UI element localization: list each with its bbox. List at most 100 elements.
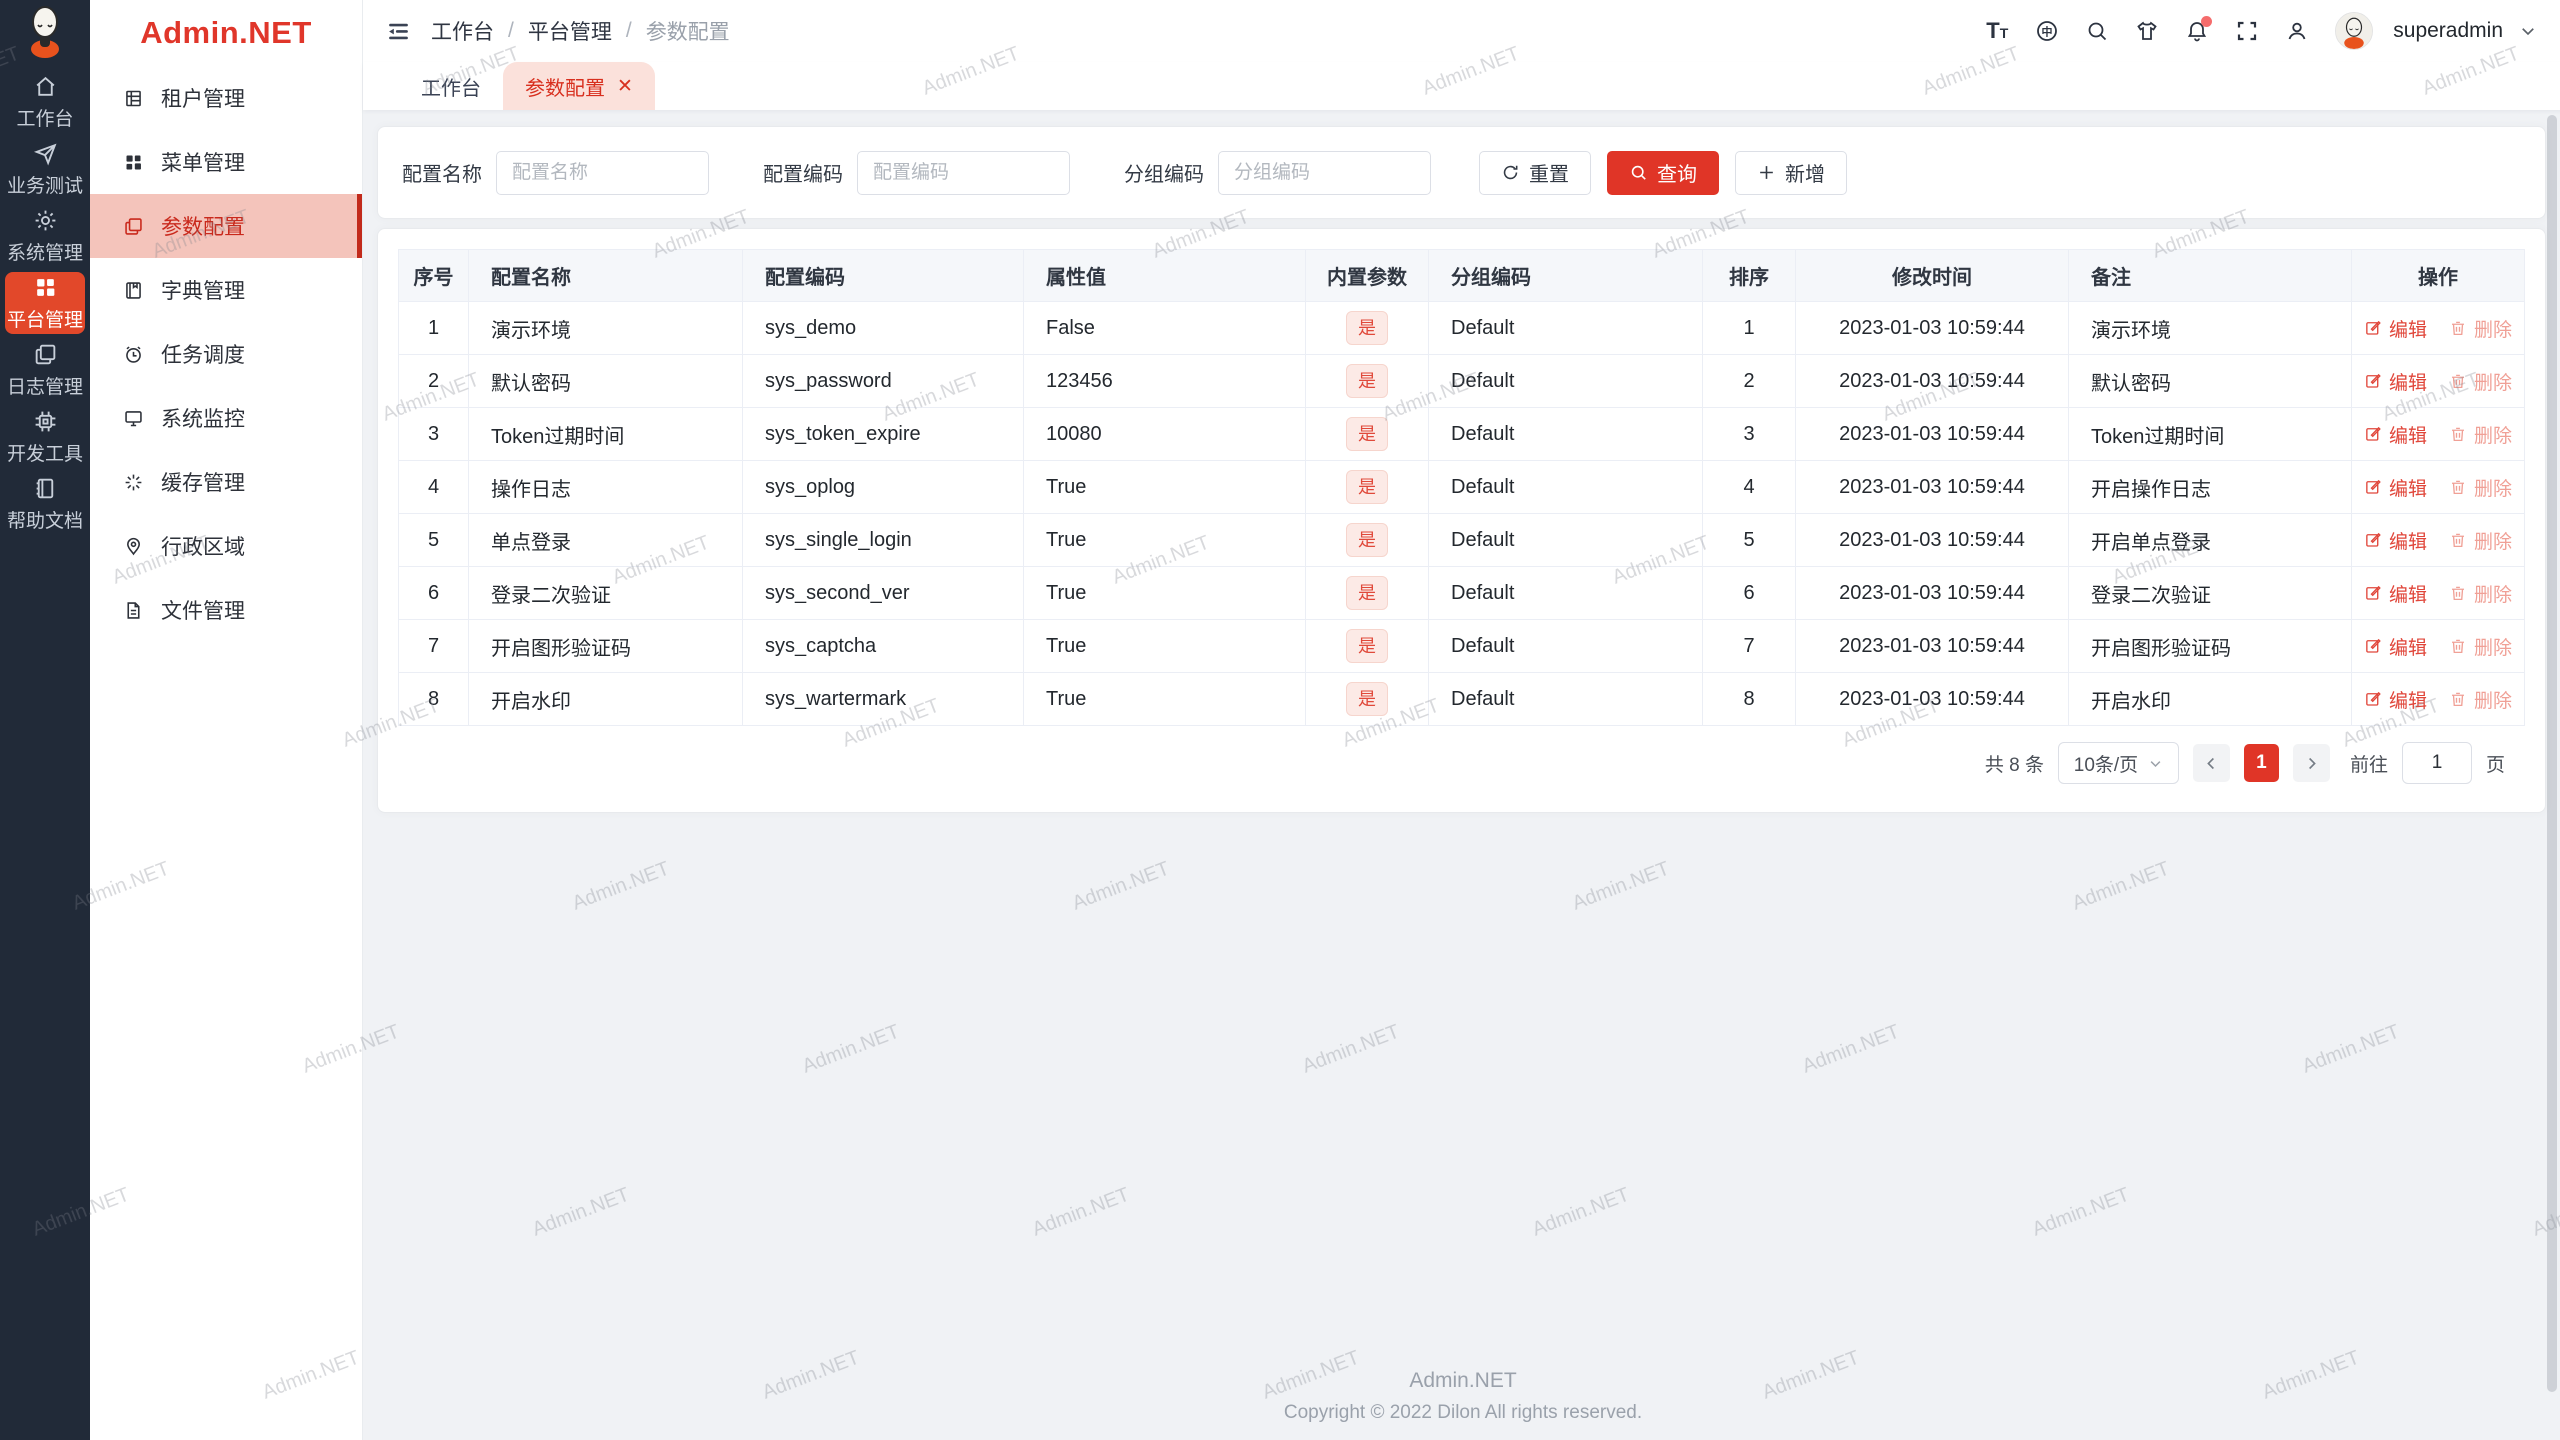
next-page-button[interactable] bbox=[2292, 744, 2330, 782]
user-avatar[interactable] bbox=[2335, 12, 2374, 50]
edit-button[interactable]: 编辑 bbox=[2364, 315, 2427, 342]
delete-label: 删除 bbox=[2474, 478, 2513, 500]
primary-nav-item-4[interactable]: 平台管理 bbox=[5, 272, 85, 334]
delete-label: 删除 bbox=[2474, 637, 2513, 659]
prev-page-button[interactable] bbox=[2192, 744, 2230, 782]
sidebar-item-9[interactable]: 文件管理 bbox=[90, 578, 362, 642]
edit-button[interactable]: 编辑 bbox=[2364, 368, 2427, 395]
delete-button[interactable]: 删除 bbox=[2449, 421, 2512, 448]
breadcrumb-item[interactable]: 工作台 bbox=[431, 16, 494, 46]
font-size-icon[interactable]: TT bbox=[1977, 11, 2017, 51]
sidebar-item-8[interactable]: 行政区域 bbox=[90, 514, 362, 578]
cell-value: True bbox=[1023, 566, 1306, 620]
primary-nav-item-1[interactable]: 工作台 bbox=[5, 71, 85, 133]
edit-label: 编辑 bbox=[2388, 531, 2427, 553]
edit-button[interactable]: 编辑 bbox=[2364, 633, 2427, 660]
query-button[interactable]: 查询 bbox=[1607, 150, 1719, 195]
sidebar-item-7[interactable]: 缓存管理 bbox=[90, 450, 362, 514]
search-icon[interactable] bbox=[2077, 11, 2117, 51]
search-field-label: 分组编码 bbox=[1124, 164, 1204, 186]
cell-remark: 开启单点登录 bbox=[2068, 513, 2352, 567]
breadcrumb-separator: / bbox=[508, 19, 514, 42]
page-size-select[interactable]: 10条/页 bbox=[2057, 742, 2179, 784]
search-field-input-3[interactable] bbox=[1218, 150, 1431, 195]
cell-group: Default bbox=[1428, 460, 1703, 514]
delete-button[interactable]: 删除 bbox=[2449, 368, 2512, 395]
scrollbar-thumb[interactable] bbox=[2547, 115, 2557, 1392]
tab-2[interactable]: 参数配置 ✕ bbox=[503, 62, 655, 110]
search-field-input-2[interactable] bbox=[857, 150, 1070, 195]
sidebar-item-2[interactable]: 菜单管理 bbox=[90, 130, 362, 194]
primary-nav-item-5[interactable]: 日志管理 bbox=[5, 339, 85, 401]
primary-nav-item-2[interactable]: 业务测试 bbox=[5, 138, 85, 200]
cell-builtin: 是 bbox=[1305, 513, 1429, 567]
primary-nav-item-7[interactable]: 帮助文档 bbox=[5, 473, 85, 535]
bell-icon[interactable] bbox=[2177, 11, 2217, 51]
sidebar-item-4[interactable]: 字典管理 bbox=[90, 258, 362, 322]
cell-seq: 7 bbox=[398, 619, 469, 673]
language-icon[interactable]: 中 bbox=[2027, 11, 2067, 51]
delete-button[interactable]: 删除 bbox=[2449, 315, 2512, 342]
fullscreen-icon[interactable] bbox=[2227, 11, 2267, 51]
top-header: 工作台 / 平台管理 / 参数配置 TT 中 superadmin bbox=[363, 0, 2560, 62]
edit-button[interactable]: 编辑 bbox=[2364, 686, 2427, 713]
theme-shirt-icon[interactable] bbox=[2127, 11, 2167, 51]
goto-page-input[interactable] bbox=[2401, 742, 2472, 784]
chevron-down-icon[interactable] bbox=[2519, 22, 2537, 40]
cell-value: True bbox=[1023, 460, 1306, 514]
cell-builtin: 是 bbox=[1305, 301, 1429, 355]
sidebar-item-label: 缓存管理 bbox=[161, 472, 245, 495]
tab-1[interactable]: 工作台 bbox=[399, 62, 503, 110]
sidebar-item-1[interactable]: 租户管理 bbox=[90, 66, 362, 130]
search-field-input-1[interactable] bbox=[496, 150, 709, 195]
pagination-total: 共 8 条 bbox=[1984, 754, 2044, 776]
primary-nav-item-3[interactable]: 系统管理 bbox=[5, 205, 85, 267]
table-row: 8 开启水印 sys_wartermark True 是 Default 8 2023-01-… bbox=[398, 672, 2525, 726]
cell-group: Default bbox=[1428, 354, 1703, 408]
tab-bar: 工作台 参数配置 ✕ bbox=[363, 62, 2560, 110]
edit-button[interactable]: 编辑 bbox=[2364, 421, 2427, 448]
column-header: 属性值 bbox=[1023, 249, 1306, 302]
edit-button[interactable]: 编辑 bbox=[2364, 527, 2427, 554]
row-actions: 编辑 删除 bbox=[2353, 462, 2524, 513]
collapse-menu-icon[interactable] bbox=[381, 14, 415, 48]
sidebar-item-5[interactable]: 任务调度 bbox=[90, 322, 362, 386]
cell-group: Default bbox=[1428, 301, 1703, 355]
cell-time: 2023-01-03 10:59:44 bbox=[1795, 460, 2069, 514]
cell-sort: 5 bbox=[1702, 513, 1796, 567]
delete-button[interactable]: 删除 bbox=[2449, 527, 2512, 554]
cell-group: Default bbox=[1428, 619, 1703, 673]
edit-button[interactable]: 编辑 bbox=[2364, 580, 2427, 607]
column-header: 备注 bbox=[2068, 249, 2352, 302]
delete-label: 删除 bbox=[2474, 584, 2513, 606]
plus-icon bbox=[1760, 166, 1773, 179]
cell-name: 开启水印 bbox=[468, 672, 743, 726]
delete-label: 删除 bbox=[2474, 372, 2513, 394]
delete-button[interactable]: 删除 bbox=[2449, 633, 2512, 660]
username[interactable]: superadmin bbox=[2393, 19, 2503, 43]
sidebar-item-6[interactable]: 系统监控 bbox=[90, 386, 362, 450]
search-icon bbox=[1631, 165, 1646, 180]
breadcrumb-item[interactable]: 平台管理 bbox=[528, 16, 612, 46]
pagination: 共 8 条 10条/页 1 前往 页 bbox=[398, 726, 2525, 792]
search-field-3: 分组编码 bbox=[1124, 150, 1431, 195]
close-tab-icon[interactable]: ✕ bbox=[617, 77, 633, 96]
builtin-tag: 是 bbox=[1346, 417, 1388, 451]
document-icon bbox=[123, 600, 144, 621]
sidebar-item-label: 菜单管理 bbox=[161, 152, 245, 175]
delete-button[interactable]: 删除 bbox=[2449, 580, 2512, 607]
sidebar-item-3[interactable]: 参数配置 bbox=[90, 194, 362, 258]
monitor-icon bbox=[123, 408, 144, 429]
reset-button[interactable]: 重置 bbox=[1479, 150, 1591, 195]
add-button[interactable]: 新增 bbox=[1735, 150, 1847, 195]
current-page[interactable]: 1 bbox=[2243, 744, 2279, 782]
edit-button[interactable]: 编辑 bbox=[2364, 474, 2427, 501]
delete-button[interactable]: 删除 bbox=[2449, 474, 2512, 501]
builtin-tag: 是 bbox=[1346, 576, 1388, 610]
delete-button[interactable]: 删除 bbox=[2449, 686, 2512, 713]
column-header: 操作 bbox=[2351, 249, 2525, 302]
user-icon[interactable] bbox=[2277, 11, 2317, 51]
primary-nav-item-6[interactable]: 开发工具 bbox=[5, 406, 85, 468]
cell-value: 10080 bbox=[1023, 407, 1306, 461]
cell-seq: 3 bbox=[398, 407, 469, 461]
